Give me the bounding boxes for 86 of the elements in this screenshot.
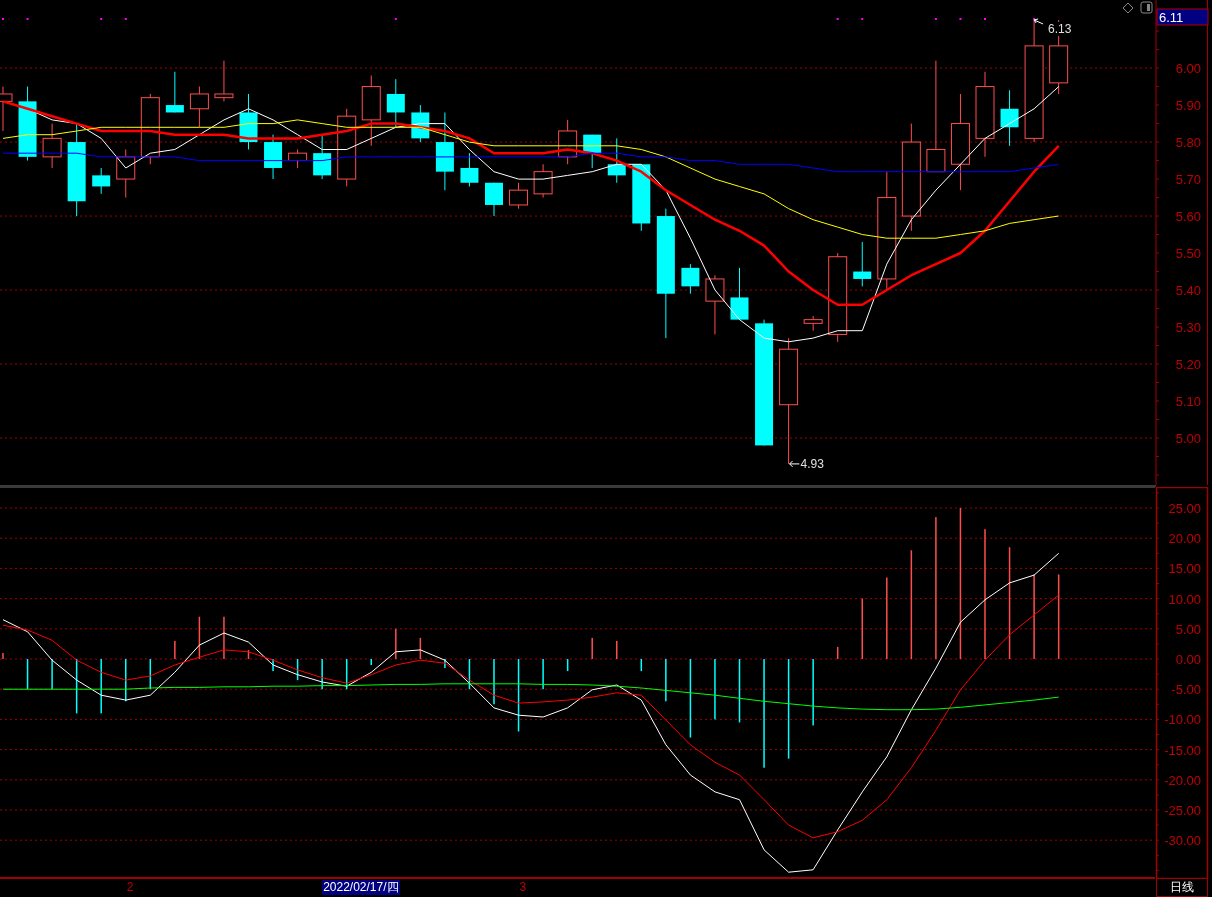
- histogram-bar: [75, 659, 78, 714]
- histogram-bar: [296, 659, 299, 681]
- axis-label: -20.00: [1164, 772, 1201, 788]
- candlestick: [1000, 89, 1019, 147]
- signal-marker: [836, 18, 839, 20]
- candlestick: [214, 60, 234, 102]
- signal-marker: [124, 18, 127, 20]
- axis-label: 0.00: [1175, 652, 1201, 667]
- axis-label: -5.00: [1171, 682, 1201, 698]
- candlestick: [140, 93, 160, 165]
- signal-marker: [959, 18, 962, 20]
- candlestick: [460, 152, 479, 187]
- histogram-bar: [566, 659, 569, 672]
- axis-label: 5.00: [1175, 431, 1201, 446]
- candlestick: [264, 134, 283, 180]
- price-annotation: 4.93: [800, 456, 824, 471]
- candlestick: [730, 267, 749, 321]
- candlestick: [485, 182, 503, 217]
- candlestick: [411, 104, 430, 143]
- candlestick: [386, 78, 405, 128]
- histogram-bar: [419, 637, 422, 659]
- panel-toggle-icon[interactable]: [1140, 1, 1153, 14]
- candlestick: [853, 241, 872, 287]
- candlestick: [165, 71, 184, 113]
- candlestick: [705, 274, 725, 335]
- candlestick: [509, 182, 529, 210]
- axis-label: 5.40: [1175, 283, 1201, 299]
- signal-marker: [1033, 18, 1036, 20]
- histogram-bar: [198, 616, 201, 659]
- axis-label: 5.90: [1175, 98, 1201, 114]
- candlestick: [681, 263, 700, 295]
- axis-label: 5.80: [1175, 135, 1201, 151]
- candlestick: [632, 163, 651, 232]
- axis-label: 6.00: [1175, 61, 1201, 77]
- candlestick: [239, 93, 258, 150]
- axis-label: -25.00: [1164, 803, 1201, 818]
- signal-marker: [26, 18, 29, 20]
- histogram-bar: [468, 659, 471, 690]
- candlestick: [607, 137, 626, 184]
- annotation-arrow: [1033, 18, 1044, 25]
- candlestick: [116, 148, 136, 199]
- axis-label: 5.10: [1175, 394, 1201, 409]
- axis-label: -15.00: [1164, 742, 1201, 758]
- annotation-arrow: [789, 460, 801, 468]
- candlestick: [288, 148, 308, 169]
- signal-marker: [984, 18, 986, 20]
- date-label: 2: [125, 880, 135, 895]
- axis-label: 25.00: [1168, 501, 1201, 516]
- last-price: 6.11: [1159, 10, 1184, 25]
- candlestick: [42, 123, 62, 169]
- histogram-bar: [640, 659, 643, 672]
- histogram-bar: [738, 659, 741, 723]
- histogram-bar: [26, 659, 29, 690]
- axis-label: 20.00: [1168, 531, 1201, 547]
- axis-label: 10.00: [1168, 591, 1201, 607]
- candlestick: [583, 134, 602, 169]
- axis-label: 5.00: [1175, 621, 1201, 637]
- histogram-bar: [345, 659, 348, 690]
- histogram-bar: [836, 646, 839, 659]
- candlestick: [189, 86, 209, 128]
- date-label: 3: [518, 880, 528, 895]
- candlestick: [92, 167, 111, 195]
- date-label: 2022/02/17/四: [322, 880, 400, 895]
- histogram-bar: [247, 649, 250, 659]
- axis-label: 5.50: [1175, 246, 1201, 262]
- price-annotation: 6.13: [1048, 22, 1072, 36]
- signal-marker: [2, 18, 4, 20]
- signal-marker: [394, 18, 397, 20]
- axis-label: 5.20: [1175, 357, 1201, 373]
- candlestick: [803, 315, 823, 332]
- axis-label: -30.00: [1164, 833, 1201, 849]
- signal-marker: [934, 18, 937, 20]
- axis-label: 15.00: [1168, 561, 1201, 577]
- candlestick: [533, 163, 553, 199]
- axis-label: 5.70: [1175, 172, 1201, 188]
- candlestick: [558, 119, 578, 165]
- last-price-tag: [1156, 8, 1209, 26]
- period-tab[interactable]: 日线: [1156, 878, 1208, 897]
- signal-marker: [861, 18, 864, 20]
- candlestick: [313, 134, 332, 180]
- axis-label: -10.00: [1164, 712, 1201, 728]
- axis-label: 5.60: [1175, 209, 1201, 225]
- signal-marker: [100, 18, 103, 20]
- diamond-icon[interactable]: [1122, 2, 1134, 14]
- axis-label: 5.30: [1175, 320, 1201, 336]
- histogram-bar: [149, 659, 152, 690]
